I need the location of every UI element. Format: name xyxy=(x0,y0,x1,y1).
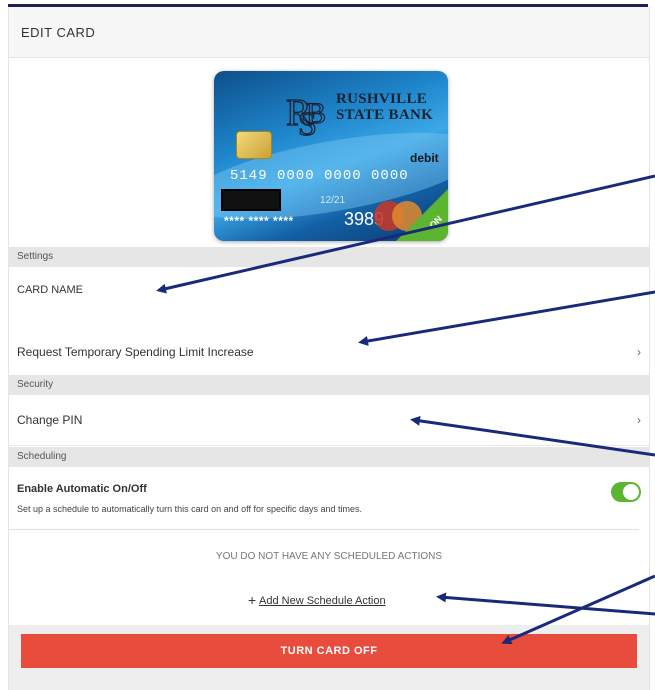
svg-text:B: B xyxy=(306,97,326,130)
spending-limit-row[interactable]: Request Temporary Spending Limit Increas… xyxy=(9,327,649,376)
change-pin-label: Change PIN xyxy=(17,413,83,427)
section-header-scheduling: Scheduling xyxy=(9,447,649,467)
change-pin-row[interactable]: Change PIN › xyxy=(9,395,649,446)
automatic-on-off-title: Enable Automatic On/Off xyxy=(17,483,147,495)
toggle-switch-icon[interactable] xyxy=(611,482,641,502)
add-schedule-row: + Add New Schedule Action xyxy=(9,579,649,625)
card-on-ribbon xyxy=(396,189,448,241)
card-masked-digits: **** **** **** xyxy=(224,214,294,228)
redaction-box xyxy=(221,189,281,211)
empty-state-text: YOU DO NOT HAVE ANY SCHEDULED ACTIONS xyxy=(215,551,443,562)
turn-card-off-button[interactable]: TURN CARD OFF xyxy=(21,634,637,668)
chevron-right-icon: › xyxy=(637,413,641,427)
card-name-label: CARD NAME xyxy=(17,284,84,296)
plus-icon[interactable]: + xyxy=(248,592,256,608)
bank-name-line1: RUSHVILLE xyxy=(336,91,428,107)
section-title: Scheduling xyxy=(17,451,67,462)
automatic-on-off-description: Set up a schedule to automatically turn … xyxy=(17,504,363,514)
add-schedule-action-link[interactable]: Add New Schedule Action xyxy=(259,595,386,607)
bank-logo-icon: R S B xyxy=(285,91,326,143)
panel-header: EDIT CARD xyxy=(9,7,649,58)
card-number: 5149 0000 0000 0000 xyxy=(230,168,409,184)
chevron-right-icon: › xyxy=(637,345,641,359)
automatic-on-off-row: Enable Automatic On/Off Set up a schedul… xyxy=(9,467,639,530)
toggle-knob xyxy=(623,484,639,500)
spending-limit-label: Request Temporary Spending Limit Increas… xyxy=(17,345,254,359)
card-name-field[interactable]: CARD NAME xyxy=(9,267,649,328)
card-type-label: debit xyxy=(410,151,439,165)
card-expiry: 12/21 xyxy=(320,195,346,206)
no-scheduled-actions: YOU DO NOT HAVE ANY SCHEDULED ACTIONS xyxy=(9,537,649,580)
page-title: EDIT CARD xyxy=(21,25,96,40)
section-title: Settings xyxy=(17,251,54,262)
section-header-security: Security xyxy=(9,375,649,395)
bank-name-line2: STATE BANK xyxy=(336,107,434,123)
section-title: Security xyxy=(17,379,54,390)
card-image: R S B RUSHVILLE STATE BANK debit 5149 00… xyxy=(214,71,448,241)
chip-icon xyxy=(236,131,272,159)
section-header-settings: Settings xyxy=(9,247,649,267)
edit-card-panel: EDIT CARD R S B RUSHVILLE STATE BANK deb… xyxy=(8,7,650,690)
